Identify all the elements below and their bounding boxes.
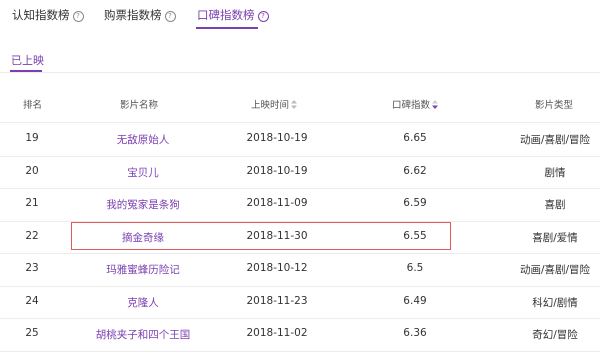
movie-name-link[interactable]: 玛雅蜜蜂历险记 [106, 262, 180, 277]
row-divider [0, 188, 600, 189]
release-date-cell: 2018-11-09 [246, 197, 308, 209]
tab-awareness-index[interactable]: 认知指数榜? [12, 7, 84, 23]
row-divider [0, 285, 600, 287]
help-icon[interactable]: ? [164, 11, 176, 22]
divider [0, 72, 600, 73]
movie-name-link[interactable]: 我的冤家是条狗 [106, 197, 180, 212]
reputation-index-cell: 6.49 [403, 294, 427, 307]
sort-desc-icon[interactable] [432, 100, 439, 109]
release-date-cell: 2018-11-02 [246, 327, 308, 339]
genre-cell: 科幻/剧情 [532, 296, 578, 309]
header-label: 口碑指数 [392, 100, 431, 111]
header-release-date[interactable]: 上映时间 [251, 97, 298, 111]
row-divider [0, 318, 600, 319]
subtab-released[interactable]: 已上映 [11, 52, 44, 68]
reputation-index-cell: 6.36 [403, 327, 427, 339]
header-reputation-index[interactable]: 口碑指数 [392, 97, 439, 111]
rank-cell: 21 [25, 197, 39, 209]
reputation-index-cell: 6.65 [403, 132, 427, 144]
movie-name-link[interactable]: 宝贝儿 [127, 165, 159, 180]
movie-name-link[interactable]: 无敌原始人 [117, 132, 170, 147]
active-tab-indicator [196, 27, 258, 29]
reputation-index-cell: 6.5 [406, 262, 424, 274]
release-date-cell: 2018-10-19 [246, 132, 308, 144]
header-divider [0, 122, 600, 123]
release-date-cell: 2018-10-19 [246, 164, 308, 177]
genre-cell: 动画/喜剧/冒险 [519, 134, 591, 146]
genre-cell: 喜剧/爱情 [532, 231, 578, 244]
header-rank: 排名 [23, 100, 43, 111]
rank-cell: 20 [25, 164, 39, 177]
reputation-index-cell: 6.62 [403, 164, 427, 177]
help-icon[interactable]: ? [72, 11, 84, 22]
tab-label: 认知指数榜 [12, 8, 70, 22]
header-movie-name: 影片名称 [120, 100, 159, 111]
genre-cell: 奇幻/冒险 [532, 329, 578, 341]
genre-cell: 剧情 [544, 166, 566, 179]
reputation-index-cell: 6.59 [403, 197, 427, 209]
movie-name-link[interactable]: 克隆人 [127, 295, 159, 310]
rank-cell: 24 [25, 294, 39, 307]
sort-icon[interactable] [291, 100, 298, 109]
tab-label: 购票指数榜 [104, 8, 162, 22]
rank-cell: 19 [25, 132, 39, 144]
header-label: 上映时间 [251, 100, 290, 111]
row-divider [0, 253, 600, 254]
tab-reputation-index[interactable]: 口碑指数榜? [197, 7, 269, 23]
rank-cell: 23 [25, 262, 39, 274]
release-date-cell: 2018-11-23 [246, 294, 308, 307]
header-genre: 影片类型 [535, 100, 574, 111]
rank-cell: 22 [25, 229, 39, 242]
release-date-cell: 2018-10-12 [246, 262, 308, 274]
rank-cell: 25 [25, 327, 39, 339]
row-divider [0, 350, 600, 352]
genre-cell: 喜剧 [544, 199, 566, 211]
genre-cell: 动画/喜剧/冒险 [519, 264, 591, 276]
highlight-box [71, 222, 451, 250]
tab-ticket-index[interactable]: 购票指数榜? [104, 7, 176, 23]
tab-label: 口碑指数榜 [197, 8, 255, 22]
movie-name-link[interactable]: 胡桃夹子和四个王国 [96, 327, 191, 342]
row-divider [0, 155, 600, 157]
help-icon[interactable]: ? [257, 11, 269, 22]
